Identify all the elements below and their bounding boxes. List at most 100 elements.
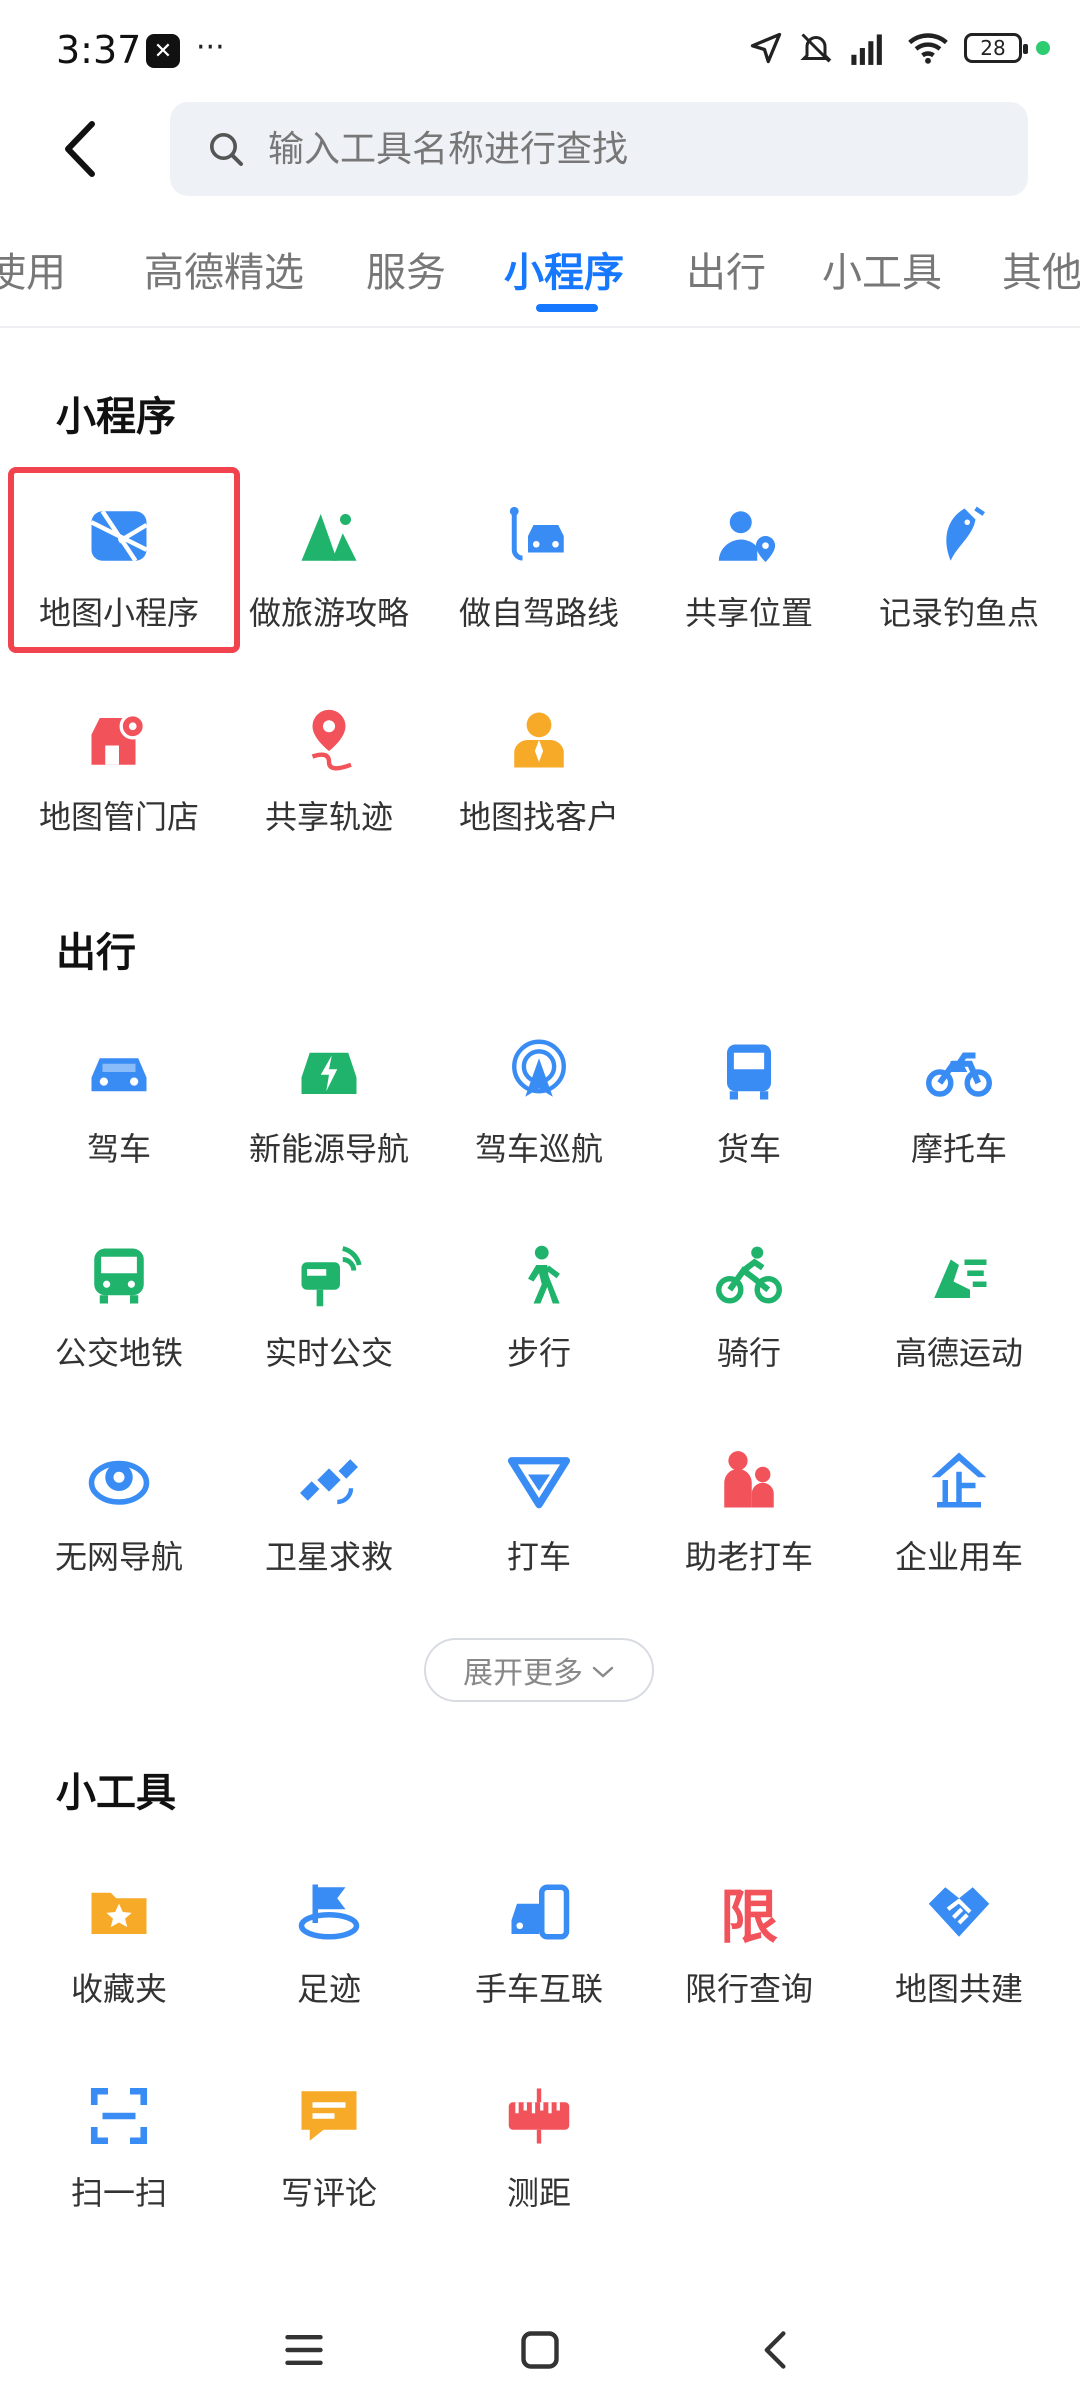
tool-label: 做旅游攻略 xyxy=(248,594,409,632)
tool-fishing-spot[interactable]: 记录钓鱼点 xyxy=(854,464,1064,654)
tool-truck[interactable]: 货车 xyxy=(644,1000,854,1190)
tool-enterprise-car[interactable]: 企业用车 xyxy=(854,1408,1064,1598)
tool-label: 驾车巡航 xyxy=(474,1130,603,1168)
tool-offline-nav[interactable]: 无网导航 xyxy=(14,1408,224,1598)
tool-label: 助老打车 xyxy=(684,1538,813,1576)
tool-label: 地图管门店 xyxy=(38,798,199,836)
tool-favorites[interactable]: 收藏夹 xyxy=(14,1840,224,2030)
tool-new-energy-nav[interactable]: 新能源导航 xyxy=(224,1000,434,1190)
tool-write-review[interactable]: 写评论 xyxy=(224,2044,434,2234)
tab-others[interactable]: 其他 xyxy=(1002,240,1080,298)
tool-label: 步行 xyxy=(506,1334,571,1372)
tab-used[interactable]: 使用 xyxy=(0,240,66,298)
tool-satellite-sos[interactable]: 卫星求救 xyxy=(224,1408,434,1598)
tool-scan[interactable]: 扫一扫 xyxy=(14,2044,224,2234)
tab-travel[interactable]: 出行 xyxy=(686,240,766,298)
tool-measure-distance[interactable]: 测距 xyxy=(434,2044,644,2234)
tool-map-mini-program[interactable]: 地图小程序 xyxy=(14,464,224,654)
section-title-travel: 出行 xyxy=(56,930,136,976)
tool-map-co-build[interactable]: 地图共建 xyxy=(854,1840,1064,2030)
section-title-tools: 小工具 xyxy=(56,1770,176,1816)
tool-label: 测距 xyxy=(506,2174,571,2212)
tool-realtime-bus[interactable]: 实时公交 xyxy=(224,1204,434,1394)
tool-travel-guide[interactable]: 做旅游攻略 xyxy=(224,464,434,654)
truck-icon xyxy=(711,1034,787,1110)
restriction-icon: 限 xyxy=(711,1874,787,1951)
tool-label: 地图找客户 xyxy=(458,798,619,836)
tool-motorcycle[interactable]: 摩托车 xyxy=(854,1000,1064,1190)
tool-taxi[interactable]: 打车 xyxy=(434,1408,644,1598)
tool-label: 做自驾路线 xyxy=(458,594,619,632)
tab-tools[interactable]: 小工具 xyxy=(822,240,942,298)
tool-restriction-query[interactable]: 限 限行查询 xyxy=(644,1840,854,2030)
home-square-icon xyxy=(521,2331,559,2369)
tool-cruise[interactable]: 驾车巡航 xyxy=(434,1000,644,1190)
tab-amap-picks[interactable]: 高德精选 xyxy=(144,240,304,298)
search-bar[interactable] xyxy=(170,102,1028,196)
map-fold-icon xyxy=(81,498,157,574)
tab-mini-programs[interactable]: 小程序 xyxy=(504,240,624,298)
back-triangle-icon xyxy=(764,2331,786,2369)
bus-stop-signal-icon xyxy=(291,1238,367,1314)
home-button[interactable] xyxy=(518,2328,562,2376)
more-notifications-icon: ··· xyxy=(196,30,225,65)
ev-car-icon xyxy=(291,1034,367,1110)
tool-footprint[interactable]: 足迹 xyxy=(224,1840,434,2030)
ruler-icon xyxy=(501,2078,577,2154)
restriction-glyph: 限 xyxy=(719,1883,778,1951)
motorcycle-icon xyxy=(921,1034,997,1110)
battery-level: 28 xyxy=(980,36,1006,60)
track-pin-icon xyxy=(291,702,367,778)
walking-person-icon xyxy=(501,1238,577,1314)
search-input[interactable] xyxy=(266,127,970,171)
tool-self-drive-route[interactable]: 做自驾路线 xyxy=(434,464,644,654)
tool-share-location[interactable]: 共享位置 xyxy=(644,464,854,654)
user-location-icon xyxy=(711,498,787,574)
tool-label: 地图小程序 xyxy=(38,594,199,632)
cruise-signal-icon xyxy=(501,1034,577,1110)
tool-label: 新能源导航 xyxy=(248,1130,409,1168)
tool-label: 无网导航 xyxy=(54,1538,183,1576)
tool-label: 骑行 xyxy=(716,1334,781,1372)
tool-find-customers[interactable]: 地图找客户 xyxy=(434,668,644,858)
tool-label: 摩托车 xyxy=(910,1130,1007,1168)
business-person-icon xyxy=(501,702,577,778)
tab-services[interactable]: 服务 xyxy=(366,240,446,298)
tool-label: 共享轨迹 xyxy=(264,798,393,836)
tool-label: 手车互联 xyxy=(474,1970,603,2008)
handshake-icon xyxy=(921,1874,997,1950)
tool-label: 货车 xyxy=(716,1130,781,1168)
tool-label: 企业用车 xyxy=(894,1538,1023,1576)
flag-orbit-icon xyxy=(291,1874,367,1950)
tool-share-track[interactable]: 共享轨迹 xyxy=(224,668,434,858)
tool-label: 驾车 xyxy=(86,1130,151,1168)
back-button[interactable] xyxy=(56,118,106,180)
tool-store-management[interactable]: 地图管门店 xyxy=(14,668,224,858)
tool-label: 高德运动 xyxy=(894,1334,1023,1372)
system-back-button[interactable] xyxy=(754,2328,798,2376)
tool-elderly-taxi[interactable]: 助老打车 xyxy=(644,1408,854,1598)
battery-icon: 28 xyxy=(964,33,1028,63)
tool-walk[interactable]: 步行 xyxy=(434,1204,644,1394)
tool-drive[interactable]: 驾车 xyxy=(14,1000,224,1190)
scan-icon xyxy=(81,2078,157,2154)
tool-label: 写评论 xyxy=(280,2174,377,2212)
tool-label: 记录钓鱼点 xyxy=(878,594,1039,632)
tool-label: 实时公交 xyxy=(264,1334,393,1372)
chevron-down-icon xyxy=(591,1653,615,1688)
tool-label: 公交地铁 xyxy=(54,1334,183,1372)
menu-button[interactable] xyxy=(282,2328,326,2376)
mute-bell-icon xyxy=(800,33,832,63)
privacy-indicator-dot xyxy=(1036,41,1050,55)
tool-phone-car-link[interactable]: 手车互联 xyxy=(434,1840,644,2030)
expand-more-label: 展开更多 xyxy=(463,1656,583,1691)
status-bar: 3:37 ✕ ··· 28 xyxy=(0,0,1080,100)
tool-cycling[interactable]: 骑行 xyxy=(644,1204,854,1394)
tool-bus-subway[interactable]: 公交地铁 xyxy=(14,1204,224,1394)
tool-amap-sport[interactable]: 高德运动 xyxy=(854,1204,1064,1394)
system-navigation-bar xyxy=(0,2300,1080,2401)
category-tabs: 使用 高德精选 服务 小程序 出行 小工具 其他 xyxy=(0,220,1080,328)
tool-label: 共享位置 xyxy=(684,594,813,632)
satellite-icon xyxy=(291,1442,367,1518)
expand-more-button[interactable]: 展开更多 xyxy=(424,1638,654,1702)
